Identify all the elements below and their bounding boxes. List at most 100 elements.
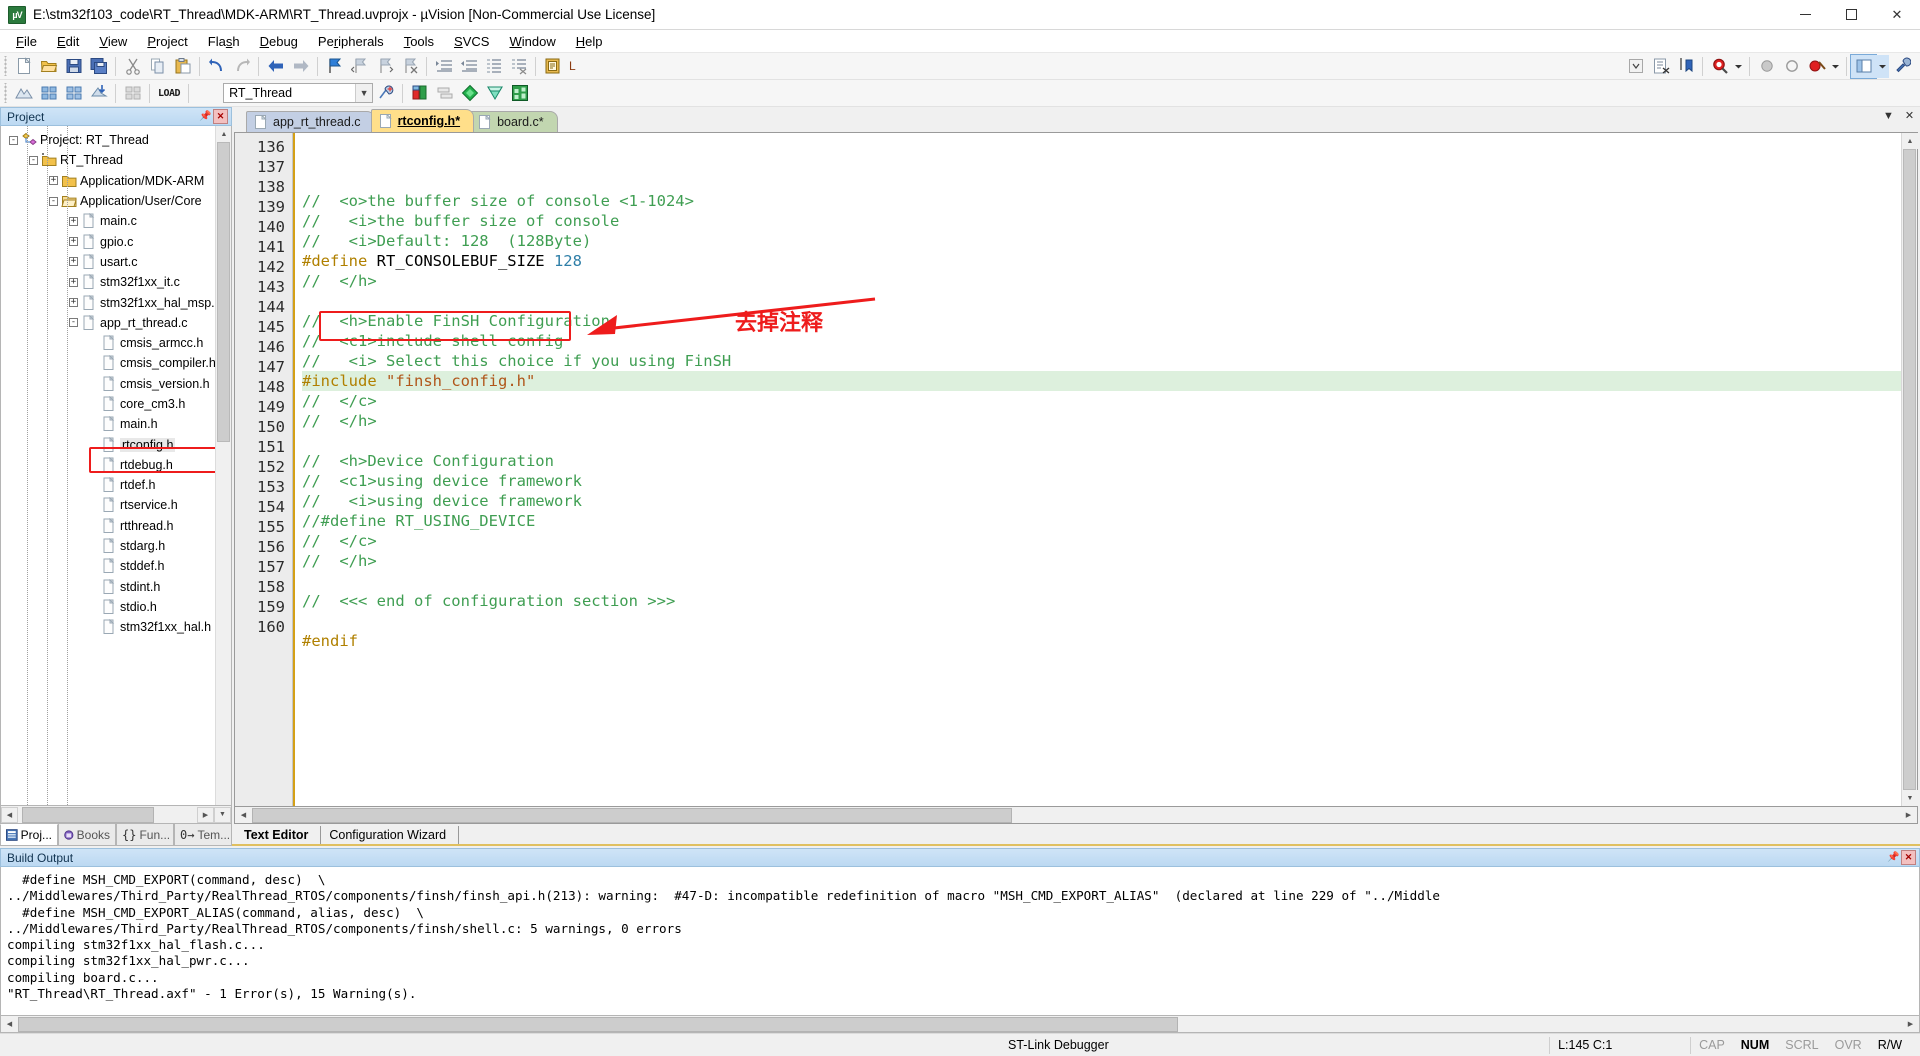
copy-button[interactable] <box>145 55 170 78</box>
menu-project[interactable]: Project <box>137 32 197 51</box>
build-button[interactable] <box>36 82 61 105</box>
project-tree-hscroll[interactable]: ◀ ▶ ▼ <box>0 806 232 824</box>
tree-item-stm32f1xx-hal-h[interactable]: stm32f1xx_hal.h <box>1 617 231 637</box>
hscroll-thumb[interactable] <box>252 807 1012 823</box>
close-document-icon[interactable]: ✕ <box>1903 109 1916 122</box>
tree-item-rtdef-h[interactable]: rtdef.h <box>1 475 231 495</box>
multi-project-button[interactable] <box>432 82 457 105</box>
clear-bookmarks-button[interactable] <box>397 55 422 78</box>
code-line[interactable]: // <h>Device Configuration <box>302 451 1901 471</box>
scroll-up-icon[interactable]: ▲ <box>216 126 231 142</box>
scroll-left-icon[interactable]: ◀ <box>1 806 18 823</box>
paste-button[interactable] <box>170 55 195 78</box>
tree-item-cmsis-armcc-h[interactable]: cmsis_armcc.h <box>1 333 231 353</box>
tree-item-rtconfig-h[interactable]: rtconfig.h <box>1 434 231 454</box>
close-icon[interactable]: ✕ <box>1901 850 1916 865</box>
code-line[interactable] <box>302 651 1901 671</box>
code-line[interactable]: #include "finsh_config.h" <box>302 371 1901 391</box>
insert-bookmark-button[interactable] <box>1673 55 1698 78</box>
redo-button[interactable] <box>229 55 254 78</box>
build-output-text[interactable]: #define MSH_CMD_EXPORT(command, desc) \ … <box>0 867 1920 1016</box>
tree-item-stdint-h[interactable]: stdint.h <box>1 577 231 597</box>
breakpoint-menu-button[interactable] <box>1829 55 1842 78</box>
code-view[interactable]: 136 137 138 139 140 141 142 143 144 145 146 147 148 1… <box>235 133 1901 806</box>
code-line[interactable]: // <<< end of configuration section >>> <box>302 591 1901 611</box>
code-line[interactable]: //#define RT_USING_DEVICE <box>302 511 1901 531</box>
find-button[interactable] <box>1707 55 1732 78</box>
editor-hscrollbar[interactable]: ◀ ▶ <box>234 807 1918 824</box>
tree-item-rtthread-h[interactable]: rtthread.h <box>1 516 231 536</box>
document-tab-app-rt-thread-c[interactable]: app_rt_thread.c <box>246 111 375 132</box>
tree-item-rtdebug-h[interactable]: rtdebug.h <box>1 455 231 475</box>
code-line[interactable]: // <i>using device framework <box>302 491 1901 511</box>
code-line[interactable] <box>302 671 1901 691</box>
tree-item-rt-thread[interactable]: - RT_Thread <box>1 150 231 170</box>
toggle-bookmark-button[interactable] <box>322 55 347 78</box>
hscroll-thumb[interactable] <box>18 1016 1178 1032</box>
minimize-button[interactable] <box>1782 0 1828 30</box>
scroll-thumb[interactable] <box>217 142 230 442</box>
tree-item-cmsis-compiler-h[interactable]: cmsis_compiler.h <box>1 353 231 373</box>
tree-item-cmsis-version-h[interactable]: cmsis_version.h <box>1 374 231 394</box>
scroll-left-icon[interactable]: ◀ <box>235 807 252 823</box>
code-line[interactable] <box>302 431 1901 451</box>
code-line[interactable] <box>302 611 1901 631</box>
collapse-icon[interactable]: - <box>49 196 58 206</box>
menu-peripherals[interactable]: Peripherals <box>308 32 394 51</box>
navigate-back-button[interactable] <box>263 55 288 78</box>
scroll-left-icon[interactable]: ◀ <box>1 1016 18 1032</box>
code-line[interactable]: // <i>the buffer size of console <box>302 211 1901 231</box>
menu-file[interactable]: File <box>6 32 47 51</box>
scroll-right-icon[interactable]: ▶ <box>1900 807 1917 823</box>
tree-item-stm32f1xx-hal-msp-c[interactable]: + stm32f1xx_hal_msp.c <box>1 292 231 312</box>
menu-flash[interactable]: Flash <box>198 32 250 51</box>
code-line[interactable]: // <c1>using device framework <box>302 471 1901 491</box>
scroll-right-icon[interactable]: ▶ <box>1902 1016 1919 1032</box>
project-tree-scrollbar[interactable]: ▲ <box>215 126 231 805</box>
debug-session-button[interactable] <box>1648 55 1673 78</box>
scroll-down-icon[interactable]: ▼ <box>1902 790 1918 806</box>
tree-item-stdarg-h[interactable]: stdarg.h <box>1 536 231 556</box>
tree-item-stdio-h[interactable]: stdio.h <box>1 597 231 617</box>
chevron-down-icon[interactable]: ▼ <box>355 84 373 102</box>
tree-item-app-rt-thread-c[interactable]: - app_rt_thread.c <box>1 313 231 333</box>
batch-build-button[interactable] <box>86 82 111 105</box>
scroll-up-icon[interactable]: ▲ <box>1902 133 1918 149</box>
open-file-button[interactable] <box>36 55 61 78</box>
manage-env-button[interactable] <box>507 82 532 105</box>
rebuild-button[interactable] <box>61 82 86 105</box>
tree-item-usart-c[interactable]: + usart.c <box>1 252 231 272</box>
tab-configuration-wizard[interactable]: Configuration Wizard <box>321 826 460 844</box>
pin-icon[interactable]: 📌 <box>1886 850 1901 865</box>
scroll-thumb[interactable] <box>1903 149 1916 790</box>
code-line[interactable]: // <i> Select this choice if you using F… <box>302 351 1901 371</box>
expand-icon[interactable]: + <box>69 237 78 247</box>
tree-item-stm32f1xx-it-c[interactable]: + stm32f1xx_it.c <box>1 272 231 292</box>
expand-icon[interactable]: + <box>69 216 78 226</box>
editor-vscrollbar[interactable]: ▲ ▼ <box>1901 133 1918 806</box>
code-line[interactable]: // <i>Default: 128 (128Byte) <box>302 231 1901 251</box>
combo-caret-button[interactable] <box>1623 55 1648 78</box>
tree-item-project-rt-thread[interactable]: - Project: RT_Thread <box>1 130 231 150</box>
target-select[interactable]: RT_Thread ▼ <box>223 83 374 103</box>
navigate-forward-button[interactable] <box>288 55 313 78</box>
code-line[interactable]: // <h>Enable FinSH Configuration <box>302 311 1901 331</box>
target-options-button[interactable] <box>373 82 398 105</box>
tree-item-core-cm3-h[interactable]: core_cm3.h <box>1 394 231 414</box>
menu-help[interactable]: Help <box>566 32 613 51</box>
source-code[interactable]: // <o>the buffer size of console <1-1024… <box>293 133 1901 806</box>
expand-icon[interactable]: + <box>69 277 78 287</box>
code-line[interactable]: // <c1>include shell config <box>302 331 1901 351</box>
menu-tools[interactable]: Tools <box>394 32 444 51</box>
menu-view[interactable]: View <box>89 32 137 51</box>
build-project-button[interactable] <box>540 55 565 78</box>
uncomment-button[interactable] <box>506 55 531 78</box>
expand-icon[interactable]: + <box>69 257 78 267</box>
code-line[interactable]: // </c> <box>302 531 1901 551</box>
tree-item-main-h[interactable]: main.h <box>1 414 231 434</box>
document-tab-rtconfig-h[interactable]: rtconfig.h* <box>370 109 475 132</box>
prev-bookmark-button[interactable] <box>347 55 372 78</box>
code-line[interactable]: // </h> <box>302 271 1901 291</box>
code-line[interactable] <box>302 291 1901 311</box>
pack-installer-button[interactable] <box>482 82 507 105</box>
